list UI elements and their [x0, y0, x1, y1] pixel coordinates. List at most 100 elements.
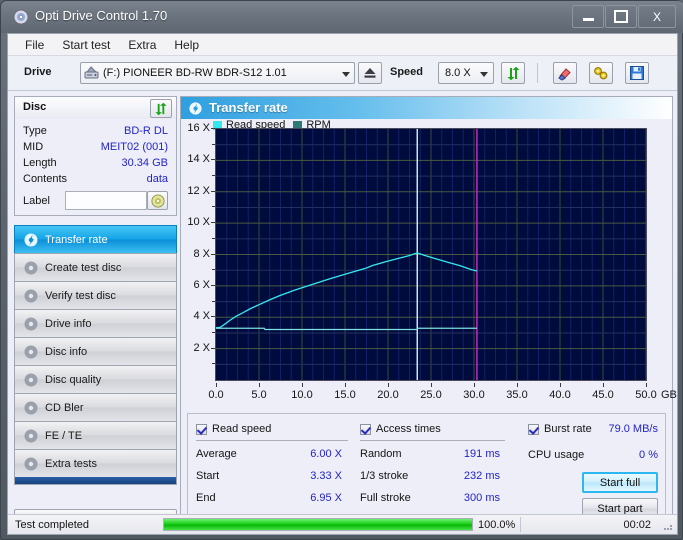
- burst-rate-checkbox[interactable]: [528, 423, 539, 435]
- result-value: 0 %: [639, 449, 658, 461]
- erase-button[interactable]: [553, 62, 577, 84]
- disc-test-icon: [23, 400, 39, 416]
- result-key: Random: [360, 448, 402, 460]
- chart-area: 2 X 4 X 6 X 8 X 10 X 12 X 14 X 16 X GB 0.0 5.0 10…: [181, 119, 677, 405]
- x-tick-label: 45.0: [592, 389, 614, 401]
- sidebar-item-drive-info[interactable]: Drive info: [14, 309, 177, 337]
- sidebar-item-cd-bler[interactable]: CD Bler: [14, 393, 177, 421]
- disc-test-icon: [23, 456, 39, 472]
- disc-refresh-button[interactable]: [150, 99, 172, 118]
- y-tick-label: 14 X: [187, 153, 210, 166]
- sidebar-item-fe-te[interactable]: FE / TE: [14, 421, 177, 449]
- chart-x-unit: GB: [661, 389, 677, 401]
- burst-group: Burst rate 79.0 MB/s CPU usage 0 % Start…: [528, 420, 658, 519]
- eject-button[interactable]: [358, 62, 382, 84]
- disc-label-row: Label: [23, 191, 168, 213]
- result-row-random: Random 191 ms: [360, 445, 505, 467]
- disc-value: MEIT02 (001): [100, 141, 168, 153]
- x-tick-label: 5.0: [251, 389, 267, 401]
- eject-icon: [364, 68, 376, 78]
- progress-fill: [164, 519, 472, 530]
- read-speed-checkbox-row[interactable]: Read speed: [196, 420, 348, 438]
- start-full-button[interactable]: Start full: [582, 472, 658, 493]
- maximize-button[interactable]: [605, 5, 637, 28]
- toolbar-separator: [537, 63, 538, 83]
- read-speed-group: Read speed Average 6.00 X Start 3.33 X E…: [196, 420, 348, 511]
- save-button[interactable]: [625, 62, 649, 84]
- result-key: Average: [196, 448, 237, 460]
- sidebar-item-extra-tests[interactable]: Extra tests: [14, 449, 177, 477]
- chevron-down-icon: [342, 72, 350, 77]
- result-row-end: End 6.95 X: [196, 489, 348, 511]
- result-row-average: Average 6.00 X: [196, 445, 348, 467]
- x-tick-mark: [603, 383, 604, 387]
- save-icon: [630, 66, 644, 80]
- disc-label-input[interactable]: [65, 191, 147, 210]
- main-panel-header: Transfer rate: [181, 97, 672, 119]
- sidebar-item-label: Drive info: [45, 317, 92, 330]
- disc-row-type: Type BD-R DL: [23, 125, 168, 141]
- result-row-third-stroke: 1/3 stroke 232 ms: [360, 467, 505, 489]
- close-button[interactable]: X: [638, 5, 676, 28]
- result-value: 6.95 X: [310, 492, 342, 504]
- x-tick-label: 30.0: [463, 389, 485, 401]
- x-tick-mark: [646, 383, 647, 387]
- speed-select[interactable]: 8.0 X: [438, 62, 494, 84]
- result-value: 6.00 X: [310, 448, 342, 460]
- chart-plot[interactable]: [215, 128, 647, 381]
- chart-x-axis: GB 0.0 5.0 10.0 15.0 20.0 25.0 30.0 35.0 40.0 45.…: [208, 383, 677, 405]
- sidebar-item-transfer-rate[interactable]: Transfer rate: [14, 225, 177, 253]
- main-panel: Transfer rate Read speed RPM 2 X4 X6 X8 …: [180, 96, 677, 528]
- result-key: End: [196, 492, 216, 504]
- drive-select[interactable]: (F:) PIONEER BD-RW BDR-S12 1.01: [80, 62, 355, 84]
- result-value: 3.33 X: [310, 470, 342, 482]
- minimize-button[interactable]: [572, 5, 604, 28]
- y-tick-label: 10 X: [187, 216, 210, 229]
- disc-icon: [13, 9, 29, 25]
- window-title: Opti Drive Control 1.70: [35, 8, 168, 23]
- menu-start-test[interactable]: Start test: [53, 36, 119, 54]
- result-value: 232 ms: [463, 470, 500, 482]
- y-tick-label: 8 X: [193, 247, 210, 260]
- divider: [196, 440, 348, 441]
- drive-icon: [84, 66, 99, 80]
- access-times-checkbox[interactable]: [360, 423, 371, 435]
- status-bar: Test completed 100.0% 00:02: [8, 514, 677, 534]
- sidebar-item-verify-test-disc[interactable]: Verify test disc: [14, 281, 177, 309]
- x-tick-label: 35.0: [506, 389, 528, 401]
- disc-panel-title: Disc: [23, 101, 47, 113]
- disc-test-icon: [23, 316, 39, 332]
- sidebar-item-label: Extra tests: [45, 457, 97, 470]
- toolbar: Drive (F:) PIONEER BD-RW BDR-S12 1.01 Sp…: [8, 56, 677, 91]
- result-key: Full stroke: [360, 492, 411, 504]
- app-window: Opti Drive Control 1.70 X File Start tes…: [0, 0, 683, 540]
- result-key: CPU usage: [528, 449, 585, 461]
- sidebar-item-disc-info[interactable]: Disc info: [14, 337, 177, 365]
- disc-label-button[interactable]: [147, 191, 168, 210]
- speed-label: Speed: [390, 66, 424, 78]
- y-tick-label: 12 X: [187, 184, 210, 197]
- burst-rate-value: 79.0 MB/s: [608, 423, 658, 435]
- sidebar-item-label: Create test disc: [45, 261, 122, 274]
- nav-accent-strip: [14, 477, 177, 485]
- read-speed-checkbox[interactable]: [196, 423, 207, 435]
- tools-button[interactable]: [589, 62, 613, 84]
- menu-extra[interactable]: Extra: [119, 36, 165, 54]
- client-area: File Start test Extra Help Drive (F:) PI…: [7, 33, 678, 535]
- x-tick-label: 20.0: [377, 389, 399, 401]
- menu-file[interactable]: File: [16, 36, 53, 54]
- sidebar-item-label: Verify test disc: [45, 289, 116, 302]
- sidebar-item-label: CD Bler: [45, 401, 84, 414]
- x-tick-mark: [216, 383, 217, 387]
- burst-rate-checkbox-row[interactable]: Burst rate 79.0 MB/s: [528, 420, 658, 438]
- resize-grip-icon[interactable]: [662, 520, 674, 532]
- sidebar-item-create-test-disc[interactable]: Create test disc: [14, 253, 177, 281]
- menu-help[interactable]: Help: [165, 36, 208, 54]
- sidebar-item-disc-quality[interactable]: Disc quality: [14, 365, 177, 393]
- disc-key: MID: [23, 141, 44, 153]
- result-value: 300 ms: [463, 492, 500, 504]
- refresh-button[interactable]: [501, 62, 525, 84]
- access-times-checkbox-row[interactable]: Access times: [360, 420, 505, 438]
- chevron-down-icon: [480, 72, 488, 77]
- read-speed-label: Read speed: [212, 423, 272, 435]
